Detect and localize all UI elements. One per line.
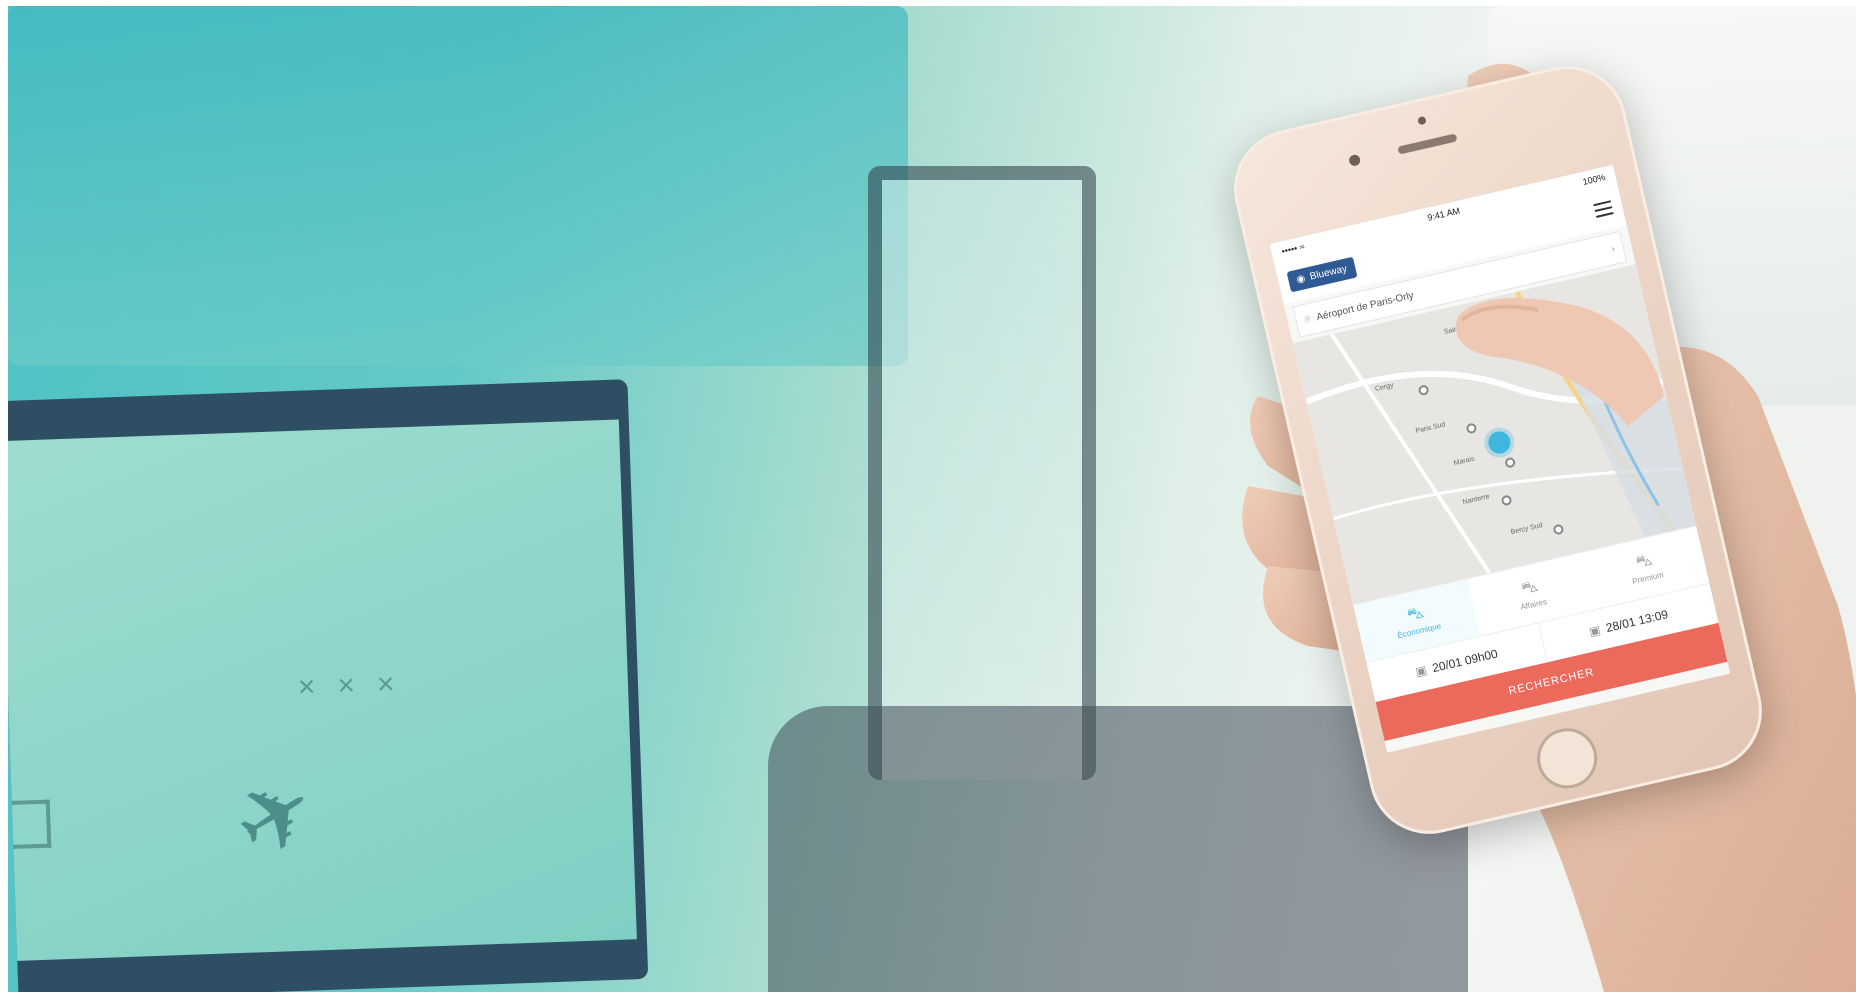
frame-decoration	[11, 799, 52, 849]
tab-label: Premium	[1631, 569, 1665, 586]
brand-logo[interactable]: ◉ Blueway	[1286, 256, 1357, 292]
brand-name: Blueway	[1308, 262, 1349, 283]
pickup-date-value: 20/01 09h00	[1430, 646, 1500, 676]
chevron-icon: ›	[1610, 243, 1616, 255]
return-date-value: 28/01 13:09	[1604, 607, 1670, 636]
blurred-wall	[8, 6, 908, 366]
car-icon: ⛍	[1519, 577, 1540, 598]
tab-label: Affaires	[1519, 596, 1548, 612]
calendar-icon: ▣	[1587, 622, 1602, 639]
blurred-luggage-handle	[868, 166, 1096, 780]
signal-indicator: ••••• ≈	[1280, 241, 1306, 257]
car-icon: ⛍	[1405, 603, 1426, 624]
photo-background: ✈ ××× ••••• ≈ 9:41 AM 100% ◉ Blueway ⌾ A…	[8, 6, 1856, 992]
calendar-icon: ▣	[1414, 662, 1429, 680]
status-time: 9:41 AM	[1426, 205, 1461, 223]
logo-icon: ◉	[1295, 272, 1307, 286]
dots-decoration: ×××	[297, 666, 417, 704]
laptop-screen: ✈ ×××	[8, 419, 637, 961]
tab-label: Économique	[1396, 620, 1442, 640]
car-icon: ⛍	[1634, 550, 1654, 572]
location-pin-icon: ⌾	[1303, 313, 1312, 326]
hamburger-menu-icon[interactable]	[1593, 200, 1614, 218]
battery-indicator: 100%	[1581, 171, 1607, 187]
airplane-icon: ✈	[216, 754, 336, 882]
thumb	[1456, 298, 1664, 426]
laptop: ✈ ×××	[8, 379, 649, 992]
